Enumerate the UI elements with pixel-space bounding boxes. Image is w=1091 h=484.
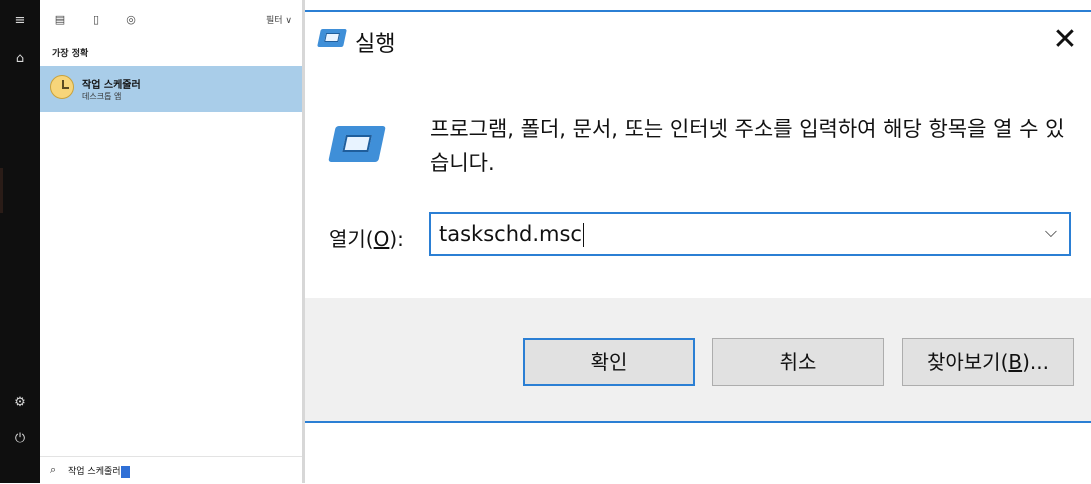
close-button[interactable]: ✕ xyxy=(1047,22,1083,58)
rail-accent-strip xyxy=(0,168,3,213)
browse-label-suffix: )... xyxy=(1022,350,1049,374)
start-search-box[interactable]: ⌕ 작업 스케줄러 xyxy=(40,456,302,484)
search-filter-bar: ▤ ▯ ◎ 필터 ∨ xyxy=(40,0,302,40)
task-scheduler-clock-icon xyxy=(50,75,74,99)
run-window-icon xyxy=(317,29,347,47)
dialog-button-area: 확인 취소 찾아보기(B)... xyxy=(305,298,1091,422)
documents-filter-icon[interactable]: ▯ xyxy=(88,12,104,28)
open-label-suffix: ): xyxy=(389,227,404,251)
power-icon[interactable]: ⏻ xyxy=(0,428,40,450)
open-input-value: taskschd.msc xyxy=(439,222,582,246)
dialog-bottom-border xyxy=(305,421,1091,423)
ok-button[interactable]: 확인 xyxy=(523,338,695,386)
run-program-icon xyxy=(328,126,386,162)
search-input[interactable]: 작업 스케줄러 xyxy=(68,464,130,478)
result-subtitle: 데스크톱 앱 xyxy=(82,92,122,101)
start-menu-rail: ≡ ⌂ ⚙ ⏻ xyxy=(0,0,40,483)
dialog-title: 실행 xyxy=(355,32,396,57)
settings-gear-icon[interactable]: ⚙ xyxy=(0,392,40,414)
result-title: 작업 스케줄러 xyxy=(82,80,141,91)
text-caret xyxy=(582,223,584,247)
start-search-panel: ▤ ▯ ◎ 필터 ∨ 가장 정확 작업 스케줄러 데스크톱 앱 ⌕ 작업 스케줄… xyxy=(40,0,302,484)
search-icon: ⌕ xyxy=(50,463,57,476)
filter-dropdown-label: 필터 xyxy=(265,16,283,26)
home-icon[interactable]: ⌂ xyxy=(0,48,40,70)
browse-label-accesskey: B xyxy=(1008,350,1023,374)
dialog-title-bar[interactable]: 실행 ✕ xyxy=(305,12,1091,70)
hamburger-menu-icon[interactable]: ≡ xyxy=(0,10,40,32)
cancel-button[interactable]: 취소 xyxy=(712,338,884,386)
chevron-down-icon[interactable]: ⌵ xyxy=(1043,224,1059,240)
open-label-prefix: 열기( xyxy=(329,227,374,251)
chevron-down-icon: ∨ xyxy=(285,16,292,26)
best-match-result[interactable]: 작업 스케줄러 데스크톱 앱 xyxy=(40,66,302,112)
search-query: 작업 스케줄러 xyxy=(68,467,121,477)
filter-dropdown[interactable]: 필터 ∨ xyxy=(266,13,292,26)
open-field-label: 열기(O): xyxy=(329,223,404,252)
search-caret xyxy=(120,465,130,478)
best-match-heading: 가장 정확 xyxy=(52,49,89,59)
close-icon: ✕ xyxy=(1052,22,1078,57)
browse-label-prefix: 찾아보기( xyxy=(926,350,1009,374)
web-filter-icon[interactable]: ◎ xyxy=(123,12,139,28)
open-input[interactable]: taskschd.msc xyxy=(439,222,584,247)
run-dialog: 실행 ✕ 프로그램, 폴더, 문서, 또는 인터넷 주소를 입력하여 해당 항목… xyxy=(305,0,1091,483)
browse-button[interactable]: 찾아보기(B)... xyxy=(902,338,1074,386)
dialog-description: 프로그램, 폴더, 문서, 또는 인터넷 주소를 입력하여 해당 항목을 열 수… xyxy=(430,117,1065,175)
open-label-accesskey: O xyxy=(373,227,390,251)
open-combobox[interactable]: taskschd.msc ⌵ xyxy=(429,212,1071,256)
apps-filter-icon[interactable]: ▤ xyxy=(52,12,68,28)
